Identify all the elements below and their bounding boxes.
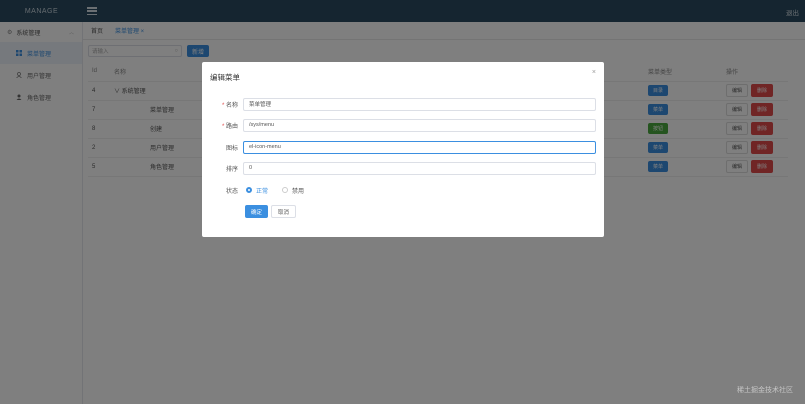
form-row-sort: 排序 0	[202, 161, 604, 175]
form-row-status: 状态 正常 禁用	[202, 183, 604, 197]
sort-field[interactable]: 0	[243, 161, 596, 175]
field-label: 排序	[225, 166, 238, 173]
status-radio-group: 正常 禁用	[246, 186, 318, 195]
radio-label: 禁用	[292, 188, 305, 195]
field-label: 名称	[225, 102, 238, 109]
cancel-button[interactable]: 取消	[271, 205, 297, 218]
form-row-icon: 图标 el-icon-menu	[202, 140, 604, 154]
dialog-title: 编辑菜单	[210, 73, 240, 82]
status-radio-disabled[interactable]: 禁用	[282, 186, 304, 195]
route-field[interactable]: /sys/menu	[243, 118, 596, 132]
edit-menu-dialog: 编辑菜单 × * 名称 菜单管理 * 路由 /sys/menu 图标 el-ic…	[202, 62, 604, 237]
status-radio-normal[interactable]: 正常	[246, 186, 268, 195]
name-field[interactable]: 菜单管理	[243, 97, 596, 111]
confirm-button[interactable]: 确定	[245, 205, 269, 218]
radio-label: 正常	[256, 188, 269, 195]
icon-field[interactable]: el-icon-menu	[243, 140, 596, 154]
watermark: 稀土掘金技术社区	[737, 387, 793, 394]
radio-unchecked-icon	[282, 187, 289, 193]
radio-checked-icon	[246, 187, 252, 193]
form-row-route: * 路由 /sys/menu	[202, 118, 604, 132]
close-icon[interactable]: ×	[592, 69, 596, 76]
field-label: 图标	[225, 145, 238, 152]
form-row-name: * 名称 菜单管理	[202, 97, 604, 111]
field-label: 状态	[225, 188, 238, 195]
field-label: 路由	[225, 123, 238, 130]
